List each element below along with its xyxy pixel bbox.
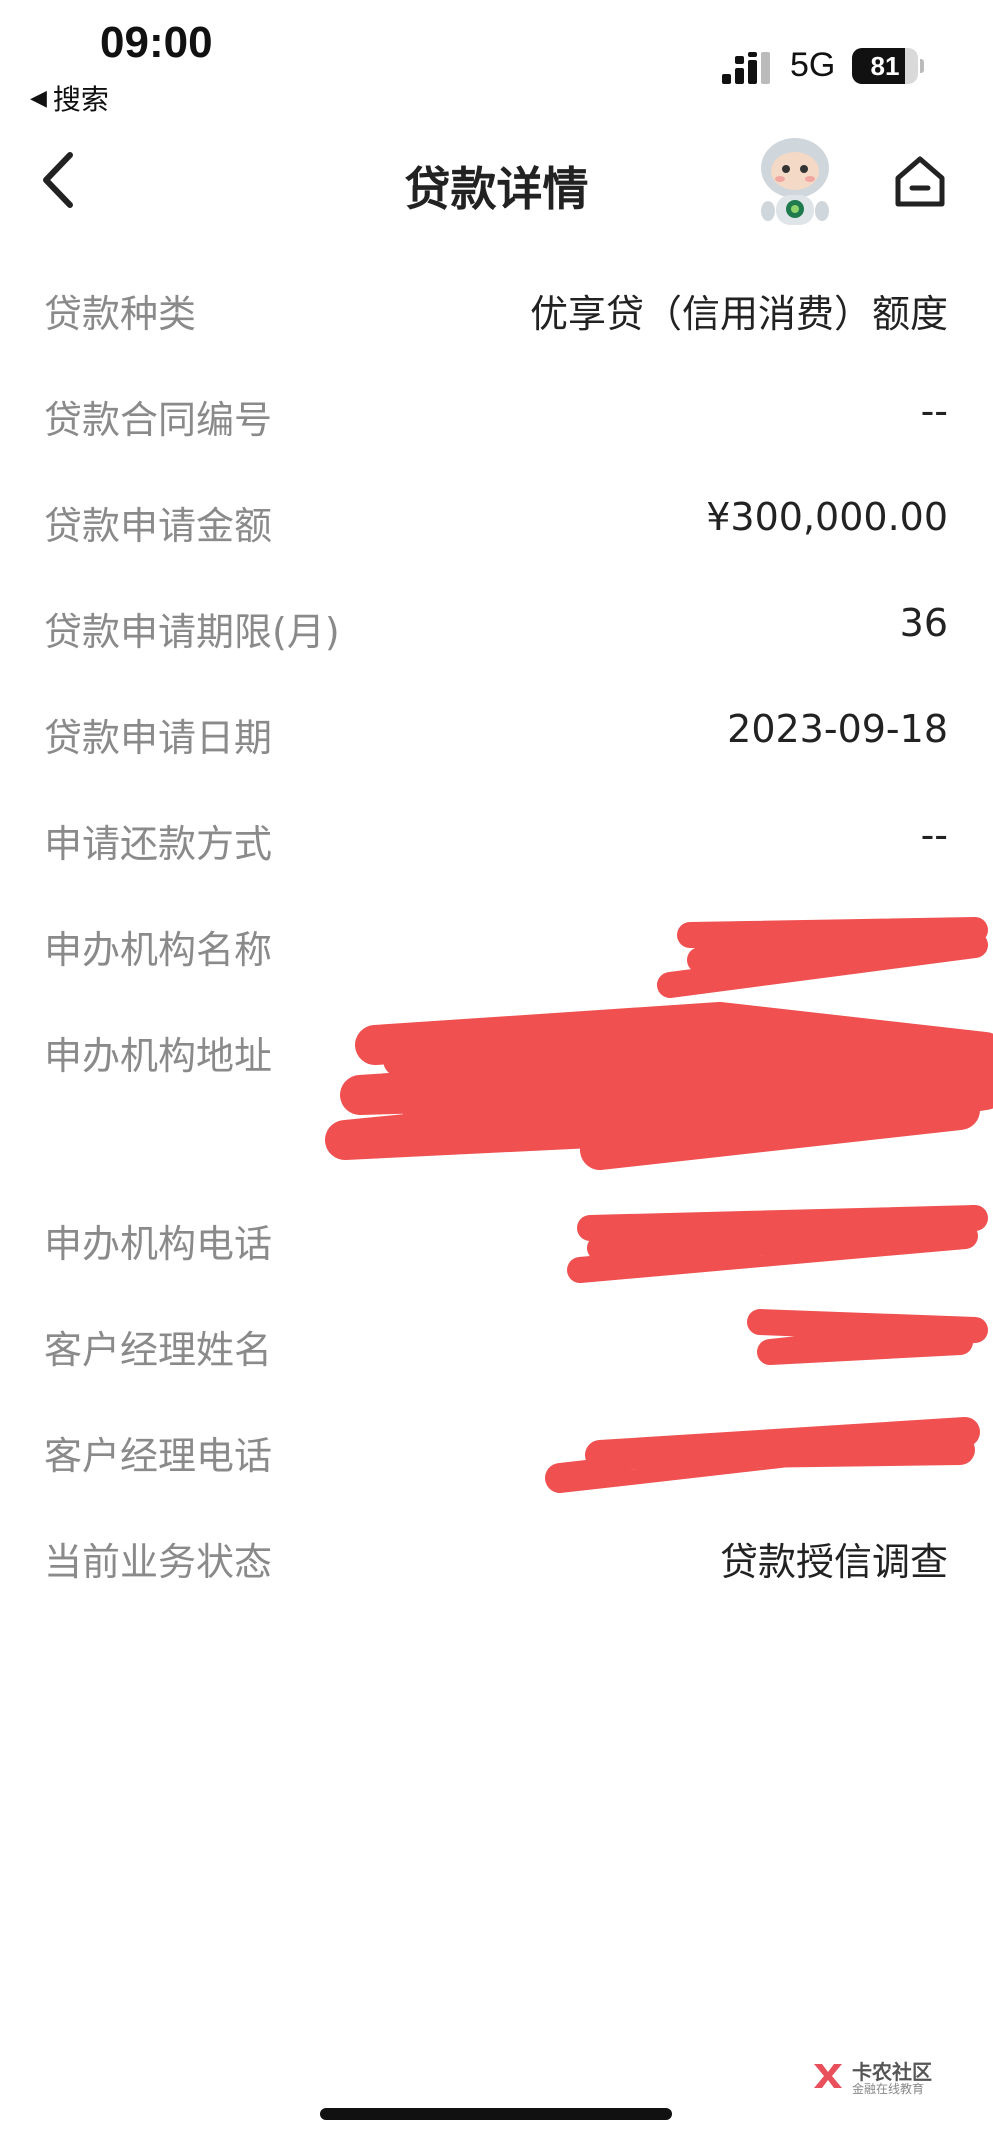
detail-label: 贷款种类: [44, 292, 197, 336]
detail-value: --: [920, 389, 948, 433]
back-to-app-link[interactable]: ◀ 搜索: [30, 78, 109, 118]
detail-value: --: [920, 813, 948, 857]
detail-value: 贷款授信调查: [719, 1540, 948, 1584]
home-icon[interactable]: [890, 150, 950, 210]
detail-label: 申办机构地址: [44, 1034, 273, 1078]
detail-label: 客户经理姓名: [44, 1328, 273, 1372]
home-indicator[interactable]: [320, 2108, 672, 2120]
kanong-logo-icon: [814, 2064, 842, 2088]
detail-row-loan-type: 贷款种类 优享贷（信用消费）额度: [0, 255, 993, 355]
battery-level: 81: [870, 51, 900, 81]
detail-row-contract-no: 贷款合同编号 --: [0, 361, 993, 461]
status-bar: 09:00 ◀ 搜索 5G 81: [0, 0, 993, 118]
robot-mascot-icon[interactable]: [750, 133, 840, 233]
detail-row-repayment: 申请还款方式 --: [0, 785, 993, 885]
detail-row-status: 当前业务状态 贷款授信调查: [0, 1503, 993, 1603]
back-triangle-icon: ◀: [30, 85, 47, 111]
nav-bar: 贷款详情: [0, 115, 993, 245]
detail-row-term: 贷款申请期限(月) 36: [0, 573, 993, 673]
detail-label: 申办机构电话: [44, 1222, 273, 1266]
detail-label: 客户经理电话: [44, 1434, 273, 1478]
battery-icon: 81: [852, 48, 924, 84]
detail-label: 申请还款方式: [44, 822, 273, 866]
detail-row-manager-phone: 客户经理电话: [0, 1397, 993, 1497]
detail-row-institution-address: 申办机构地址: [0, 997, 993, 1097]
detail-value: 36: [899, 601, 948, 645]
detail-label: 贷款申请期限(月): [44, 610, 340, 654]
detail-label: 当前业务状态: [44, 1540, 273, 1584]
detail-value: 2023-09-18: [727, 707, 948, 751]
detail-row-institution-name: 申办机构名称: [0, 891, 993, 991]
status-time: 09:00: [100, 18, 213, 67]
detail-row-apply-date: 贷款申请日期 2023-09-18: [0, 679, 993, 779]
page-title: 贷款详情: [404, 162, 589, 216]
signal-icon: [722, 52, 770, 84]
detail-value: ¥300,000.00: [706, 495, 948, 539]
back-to-app-label: 搜索: [52, 83, 109, 116]
detail-row-amount: 贷款申请金额 ¥300,000.00: [0, 467, 993, 567]
detail-label: 申办机构名称: [44, 928, 273, 972]
watermark-logo: 卡农社区 金融在线教育: [810, 2056, 960, 2096]
detail-label: 贷款申请日期: [44, 716, 273, 760]
detail-row-institution-phone: 申办机构电话: [0, 1185, 993, 1285]
detail-label: 贷款申请金额: [44, 504, 273, 548]
detail-value: 优享贷（信用消费）额度: [529, 292, 948, 336]
detail-row-manager-name: 客户经理姓名: [0, 1291, 993, 1391]
network-type: 5G: [790, 46, 836, 84]
watermark-subtitle: 金融在线教育: [852, 2082, 925, 2096]
detail-label: 贷款合同编号: [44, 398, 273, 442]
